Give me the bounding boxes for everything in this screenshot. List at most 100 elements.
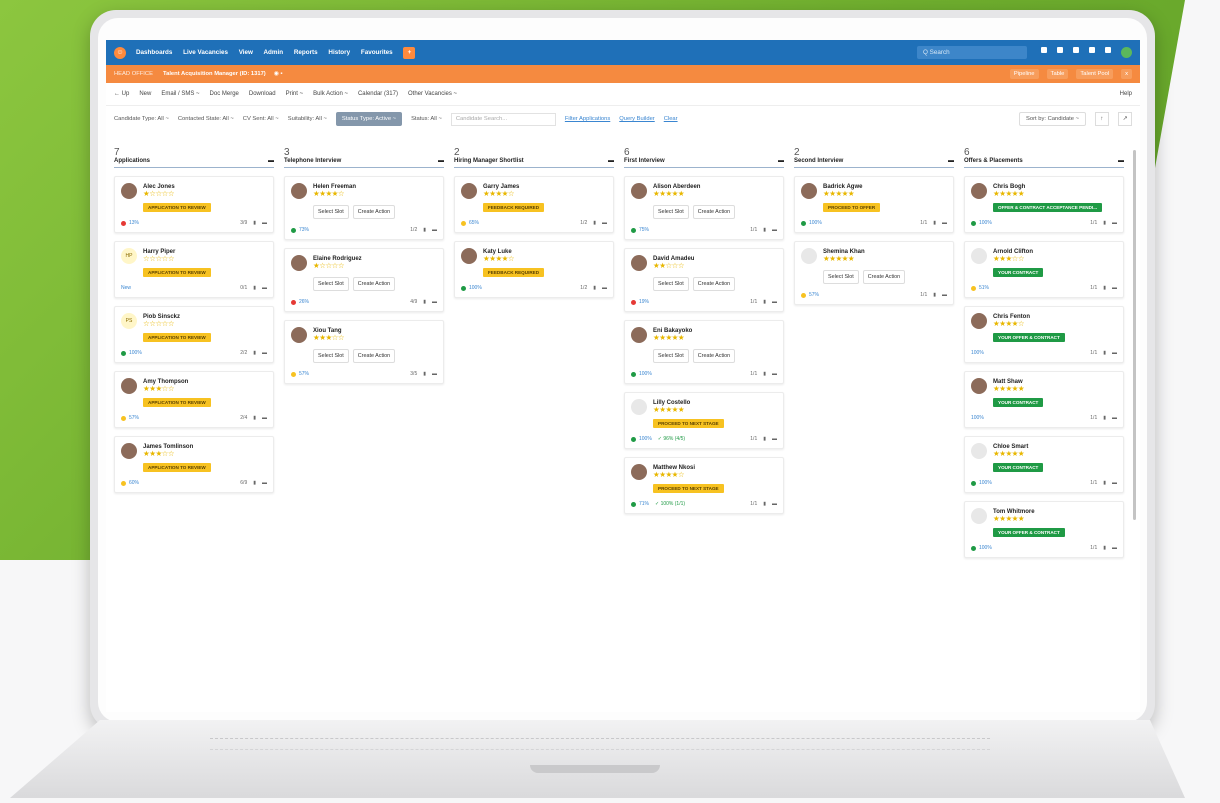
download-button[interactable]: Download (249, 91, 276, 97)
rating-stars[interactable]: ★★★★☆ (313, 190, 356, 198)
document-icon[interactable]: ▮ (763, 371, 766, 377)
email-icon[interactable]: ▬ (262, 220, 267, 226)
match-percent[interactable]: New (121, 285, 131, 291)
email-icon[interactable]: ▬ (1112, 285, 1117, 291)
filter-status-type[interactable]: Status Type: Active ~ (335, 112, 403, 126)
document-count[interactable]: 1/1 (920, 220, 927, 226)
nav-reports[interactable]: Reports (294, 49, 318, 56)
rating-stars[interactable]: ★★★★☆ (483, 255, 515, 263)
email-icon[interactable]: ▬ (432, 299, 437, 305)
create-action-button[interactable]: Create Action (692, 277, 736, 291)
document-icon[interactable]: ▮ (763, 227, 766, 233)
create-action-button[interactable]: Create Action (692, 349, 736, 363)
select-slot-button[interactable]: Select Slot (313, 205, 349, 219)
match-percent[interactable]: 71% (639, 501, 649, 507)
document-count[interactable]: 1/1 (750, 227, 757, 233)
create-action-button[interactable]: Create Action (352, 349, 396, 363)
candidate-card[interactable]: PS Piob Sinsckz ☆☆☆☆☆ APPLICATION TO REVIE… (114, 306, 274, 363)
document-count[interactable]: 1/2 (580, 220, 587, 226)
rating-stars[interactable]: ★★★☆☆ (143, 385, 188, 393)
rating-stars[interactable]: ★★★★★ (993, 515, 1035, 523)
document-icon[interactable]: ▮ (763, 501, 766, 507)
pipeline-button[interactable]: Pipeline (1009, 69, 1039, 79)
document-icon[interactable]: ▮ (763, 436, 766, 442)
document-icon[interactable]: ▮ (423, 371, 426, 377)
table-button[interactable]: Table (1046, 69, 1069, 79)
match-percent[interactable]: 100% (809, 220, 822, 226)
rating-stars[interactable]: ☆☆☆☆☆ (143, 255, 175, 263)
rating-stars[interactable]: ★★★★★ (993, 385, 1025, 393)
document-icon[interactable]: ▮ (1103, 220, 1106, 226)
document-icon[interactable]: ▮ (933, 292, 936, 298)
calendar-button[interactable]: Calendar (317) (358, 91, 398, 97)
print-button[interactable]: Print ~ (286, 91, 304, 97)
column-email-icon[interactable]: ▬ (948, 158, 954, 164)
candidate-card[interactable]: Chris Fenton ★★★★☆ YOUR OFFER & CONTRACT 1… (964, 306, 1124, 363)
candidate-card[interactable]: HP Harry Piper ☆☆☆☆☆ APPLICATION TO REVIEW… (114, 241, 274, 298)
candidate-card[interactable]: Chloe Smart ★★★★★ YOUR CONTRACT 100% 1/1 ▮ ▬ (964, 436, 1124, 493)
up-button[interactable]: ← Up (114, 91, 129, 97)
rating-stars[interactable]: ★★★★☆ (653, 471, 695, 479)
email-icon[interactable]: ▬ (772, 371, 777, 377)
email-icon[interactable]: ▬ (602, 285, 607, 291)
document-icon[interactable]: ▮ (763, 299, 766, 305)
column-email-icon[interactable]: ▬ (438, 158, 444, 164)
document-count[interactable]: 0/1 (240, 285, 247, 291)
select-slot-button[interactable]: Select Slot (653, 205, 689, 219)
email-icon[interactable]: ▬ (772, 501, 777, 507)
document-count[interactable]: 1/1 (1090, 480, 1097, 486)
candidate-card[interactable]: Amy Thompson ★★★☆☆ APPLICATION TO REVIEW 5… (114, 371, 274, 428)
column-email-icon[interactable]: ▬ (268, 158, 274, 164)
create-action-button[interactable]: Create Action (352, 205, 396, 219)
match-percent[interactable]: 57% (299, 371, 309, 377)
document-icon[interactable]: ▮ (253, 220, 256, 226)
email-icon[interactable]: ▬ (262, 285, 267, 291)
email-icon[interactable]: ▬ (1112, 545, 1117, 551)
filter-status[interactable]: Status: All ~ (411, 116, 442, 122)
document-icon[interactable]: ▮ (1103, 480, 1106, 486)
match-percent[interactable]: 19% (639, 299, 649, 305)
match-percent[interactable]: 26% (299, 299, 309, 305)
email-icon[interactable]: ▬ (432, 227, 437, 233)
match-percent[interactable]: 100% (469, 285, 482, 291)
document-count[interactable]: 1/1 (1090, 285, 1097, 291)
select-slot-button[interactable]: Select Slot (823, 270, 859, 284)
rating-stars[interactable]: ★★★★★ (993, 450, 1028, 458)
match-percent[interactable]: 13% (129, 220, 139, 226)
candidate-card[interactable]: Eni Bakayoko ★★★★★ Select Slot Create Acti… (624, 320, 784, 384)
expand-icon[interactable]: ↗ (1118, 112, 1132, 126)
candidate-card[interactable]: Elaine Rodriguez ★☆☆☆☆ Select Slot Create … (284, 248, 444, 312)
document-icon[interactable]: ▮ (253, 415, 256, 421)
filter-applications-link[interactable]: Filter Applications (565, 116, 610, 122)
document-count[interactable]: 6/9 (240, 480, 247, 486)
sort-select[interactable]: Sort by: Candidate ~ (1018, 112, 1086, 126)
match-percent[interactable]: 57% (129, 415, 139, 421)
candidate-card[interactable]: Matt Shaw ★★★★★ YOUR CONTRACT 100% 1/1 ▮ ▬ (964, 371, 1124, 428)
nav-view[interactable]: View (239, 49, 253, 56)
clear-link[interactable]: Clear (664, 116, 678, 122)
select-slot-button[interactable]: Select Slot (313, 349, 349, 363)
candidate-card[interactable]: Garry James ★★★★☆ FEEDBACK REQUIRED 65% 1/2… (454, 176, 614, 233)
document-count[interactable]: 1/2 (410, 227, 417, 233)
rating-stars[interactable]: ★★★★★ (653, 334, 692, 342)
filter-suitability[interactable]: Suitability: All ~ (288, 116, 327, 122)
email-icon[interactable]: ▬ (1112, 415, 1117, 421)
email-icon[interactable]: ▬ (262, 415, 267, 421)
rating-stars[interactable]: ★★★☆☆ (313, 334, 345, 342)
document-icon[interactable]: ▮ (1103, 545, 1106, 551)
document-count[interactable]: 4/9 (410, 299, 417, 305)
select-slot-button[interactable]: Select Slot (653, 277, 689, 291)
column-email-icon[interactable]: ▬ (1118, 158, 1124, 164)
candidate-card[interactable]: Alison Aberdeen ★★★★★ Select Slot Create A… (624, 176, 784, 240)
email-icon[interactable]: ▬ (772, 299, 777, 305)
create-action-button[interactable]: Create Action (692, 205, 736, 219)
match-percent[interactable]: 51% (979, 285, 989, 291)
document-icon[interactable]: ▮ (1103, 285, 1106, 291)
candidate-card[interactable]: Xiou Tang ★★★☆☆ Select Slot Create Action 5… (284, 320, 444, 384)
check-score[interactable]: ✓ 100% (1/1) (655, 501, 685, 507)
new-button[interactable]: New (139, 91, 151, 97)
rating-stars[interactable]: ★★★★★ (993, 190, 1025, 198)
document-count[interactable]: 3/9 (240, 220, 247, 226)
match-percent[interactable]: 75% (639, 227, 649, 233)
rating-stars[interactable]: ★★★★☆ (483, 190, 519, 198)
